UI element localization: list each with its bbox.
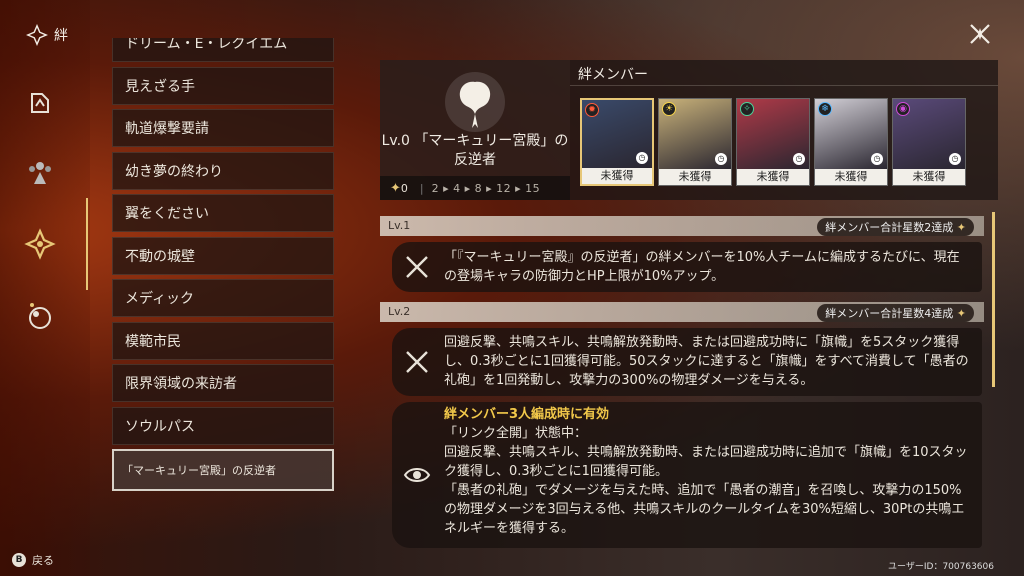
sparkle-icon: ✦	[956, 307, 966, 320]
element-icon: ☀	[662, 102, 676, 116]
bonus-line: 回避反撃、共鳴スキル、共鳴解放発動時、または回避成功時に追加で「旗幟」を10スタ…	[444, 445, 968, 479]
element-icon: ◉	[896, 102, 910, 116]
level-condition: 絆メンバー合計星数4達成 ✦	[817, 304, 974, 322]
member-status: 未獲得	[893, 169, 965, 185]
clock-icon: ◷	[793, 153, 805, 165]
clock-icon: ◷	[636, 152, 648, 164]
level-bar-2: Lv.2 絆メンバー合計星数4達成 ✦	[380, 302, 984, 322]
bond-icon[interactable]	[22, 198, 88, 290]
wing-emblem-icon	[445, 72, 505, 132]
sparkle-icon: ✦	[956, 221, 966, 234]
member-status: 未獲得	[582, 168, 652, 184]
bonus-line: 「愚者の礼砲」でダメージを与えた時、追加で「愚者の潮音」を召喚し、攻撃力の150…	[444, 483, 965, 536]
list-item-selected[interactable]: 「マーキュリー宮殿」の反逆者	[112, 449, 334, 491]
list-item[interactable]: 翼をください	[112, 194, 334, 232]
level-bar-1: Lv.1 絆メンバー合計星数2達成 ✦	[380, 216, 984, 236]
list-item[interactable]: 軌道爆撃要請	[112, 109, 334, 147]
list-item[interactable]: 不動の城壁	[112, 236, 334, 275]
divider	[570, 85, 998, 86]
export-icon[interactable]	[22, 84, 58, 120]
clock-icon: ◷	[871, 153, 883, 165]
crossed-swords-icon	[406, 351, 428, 373]
team-icon[interactable]	[22, 154, 58, 190]
user-id: ユーザーID：700763606	[888, 562, 994, 572]
list-item[interactable]: 模範市民	[112, 321, 334, 360]
member-card[interactable]: ◉ ◷ 未獲得	[892, 98, 966, 186]
list-item[interactable]: ソウルパス	[112, 406, 334, 445]
element-icon: ✧	[740, 102, 754, 116]
list-item[interactable]: ドリーム・E・レクイエム	[112, 38, 334, 62]
bonus-condition: 絆メンバー3人編成時に有効	[444, 407, 610, 422]
bonus-line: 「リンク全開」状態中：	[444, 426, 588, 441]
orb-icon[interactable]	[22, 298, 58, 334]
back-label: 戻る	[32, 554, 54, 567]
bond-title: Lv.0 「マーキュリー宮殿」の反逆者	[381, 133, 569, 168]
member-card[interactable]: ✧ ◷ 未獲得	[736, 98, 810, 186]
bond-members-panel: 絆メンバー ✹ ◷ 未獲得 ☀ ◷ 未獲得 ✧ ◷ 未獲得 ❄ ◷ 未獲得 ◉ ◷ 未獲得	[570, 60, 998, 200]
level-label: Lv.2	[388, 305, 411, 318]
list-item[interactable]: 限界領域の来訪者	[112, 364, 334, 402]
bond-list[interactable]: ドリーム・E・レクイエム 見えざる手 軌道爆撃要請 幼き夢の終わり 翼をください…	[112, 38, 334, 508]
level-effect-1: 「『マーキュリー宮殿』の反逆者」の絆メンバーを10%人チームに編成するたびに、現…	[392, 242, 982, 292]
list-item[interactable]: 幼き夢の終わり	[112, 151, 334, 190]
bonus-text: 絆メンバー3人編成時に有効 「リンク全開」状態中： 回避反撃、共鳴スキル、共鳴解…	[444, 405, 972, 538]
effect-text: 「『マーキュリー宮殿』の反逆者」の絆メンバーを10%人チームに編成するたびに、現…	[444, 250, 960, 284]
side-rail: 絆 B 戻る	[0, 0, 90, 576]
back-button[interactable]: B 戻る	[12, 552, 54, 568]
rail-title: 絆	[54, 28, 68, 44]
b-key-icon: B	[12, 553, 26, 567]
clock-icon: ◷	[949, 153, 961, 165]
close-icon[interactable]	[968, 22, 992, 46]
clock-icon: ◷	[715, 153, 727, 165]
list-item[interactable]: メディック	[112, 279, 334, 317]
member-card[interactable]: ✹ ◷ 未獲得	[580, 98, 654, 186]
member-status: 未獲得	[815, 169, 887, 185]
element-icon: ✹	[585, 103, 599, 117]
bond-emblem-icon	[26, 24, 48, 46]
effect-text: 回避反撃、共鳴スキル、共鳴解放発動時、または回避成功時に「旗幟」を5スタック獲得…	[444, 335, 969, 388]
star-count: 0	[400, 181, 408, 195]
star-milestones: 2 ▸ 4 ▸ 8 ▸ 12 ▸ 15	[431, 181, 541, 195]
rail-header: 絆	[26, 24, 68, 46]
bond-summary-panel: Lv.0 「マーキュリー宮殿」の反逆者 ✦ 0 | 2 ▸ 4 ▸ 8 ▸ 12…	[380, 60, 570, 200]
star-progress-bar: ✦ 0 | 2 ▸ 4 ▸ 8 ▸ 12 ▸ 15	[380, 176, 570, 200]
crossed-swords-icon	[406, 256, 428, 278]
condition-text: 絆メンバー合計星数4達成	[825, 307, 954, 320]
member-card[interactable]: ❄ ◷ 未獲得	[814, 98, 888, 186]
members-title: 絆メンバー	[578, 67, 648, 83]
member-status: 未獲得	[737, 169, 809, 185]
condition-text: 絆メンバー合計星数2達成	[825, 221, 954, 234]
detail-scrollbar[interactable]	[992, 212, 995, 387]
level-condition: 絆メンバー合計星数2達成 ✦	[817, 218, 974, 236]
bonus-effect: 絆メンバー3人編成時に有効 「リンク全開」状態中： 回避反撃、共鳴スキル、共鳴解…	[392, 402, 982, 548]
divider: |	[419, 181, 424, 195]
rail-active-indicator	[86, 205, 88, 271]
level-effect-2: 回避反撃、共鳴スキル、共鳴解放発動時、または回避成功時に「旗幟」を5スタック獲得…	[392, 328, 982, 396]
list-item[interactable]: 見えざる手	[112, 66, 334, 105]
member-status: 未獲得	[659, 169, 731, 185]
eye-icon	[403, 468, 431, 482]
level-label: Lv.1	[388, 219, 411, 232]
member-card[interactable]: ☀ ◷ 未獲得	[658, 98, 732, 186]
star-icon: ✦	[390, 180, 401, 196]
element-icon: ❄	[818, 102, 832, 116]
